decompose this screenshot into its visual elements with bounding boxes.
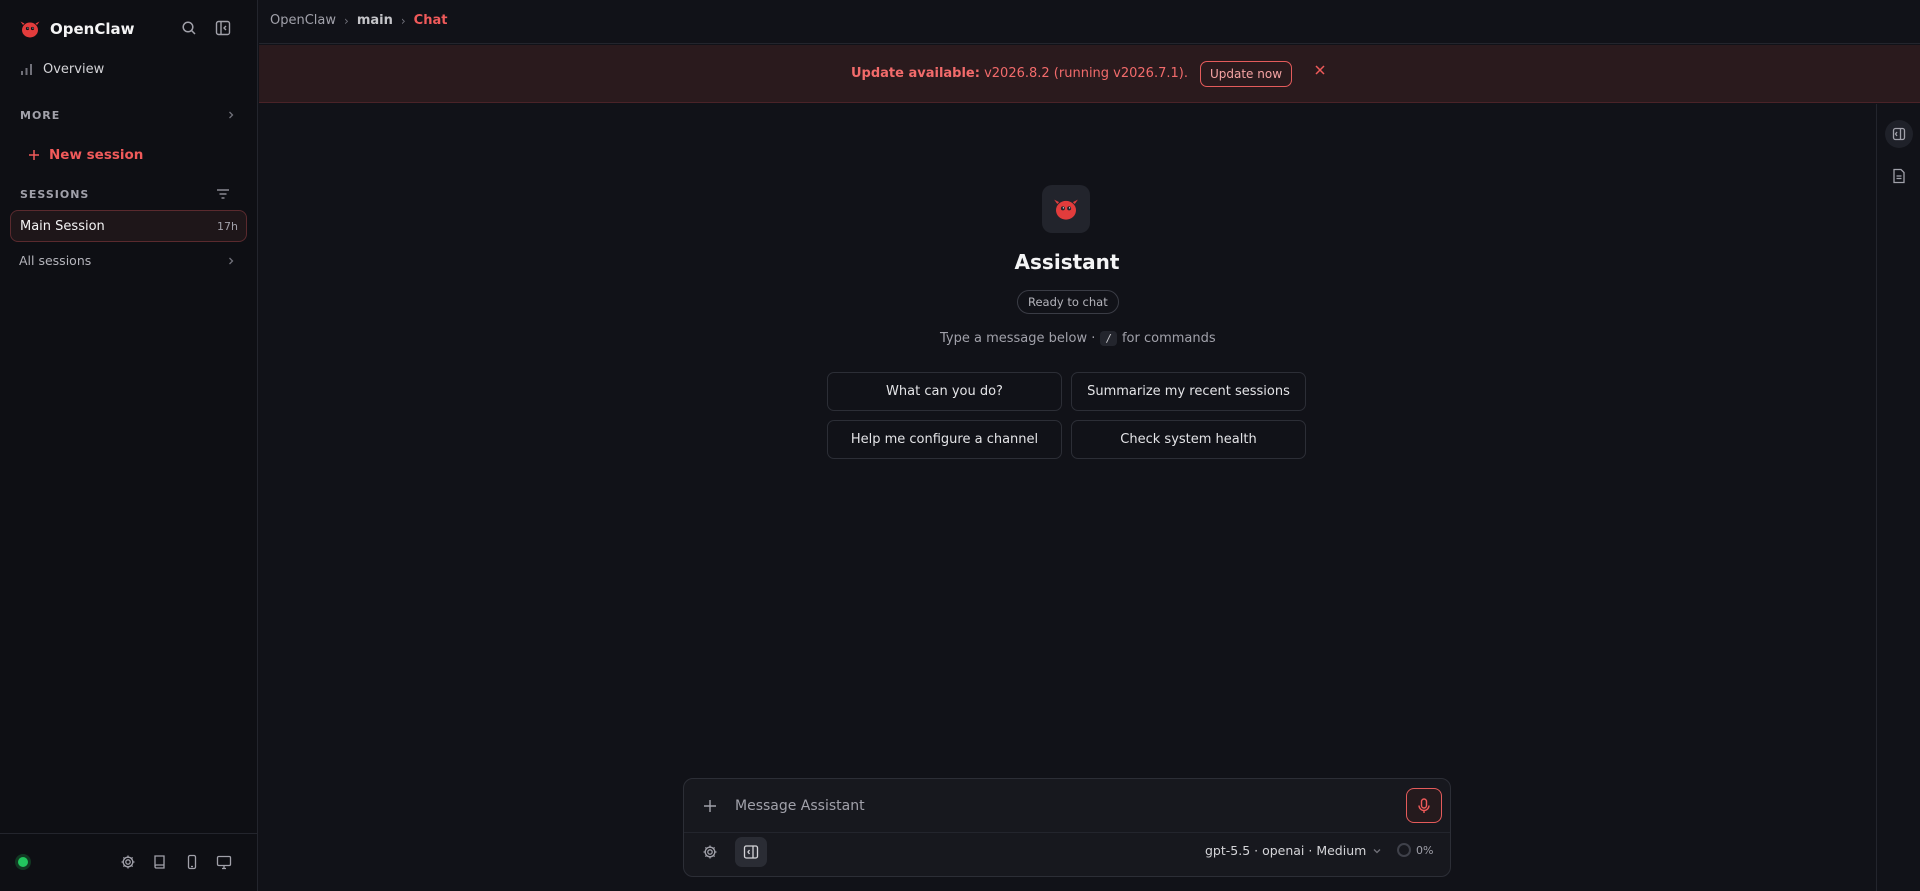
- chevron-right-icon: [226, 110, 236, 120]
- attach-plus-icon[interactable]: [702, 798, 718, 814]
- app-name: OpenClaw: [50, 20, 135, 38]
- book-icon[interactable]: [152, 854, 168, 870]
- side-panel-icon[interactable]: [735, 837, 767, 867]
- search-icon[interactable]: [181, 20, 199, 38]
- hint-text: Type a message below ·: [940, 331, 1096, 346]
- lobster-icon: [1051, 194, 1081, 224]
- model-selector[interactable]: gpt-5.5 · openai · Medium: [1205, 843, 1382, 858]
- suggestion-grid: What can you do? Summarize my recent ses…: [827, 372, 1308, 459]
- context-percent: 0%: [1416, 843, 1434, 857]
- suggestion-button[interactable]: Summarize my recent sessions: [1071, 372, 1306, 411]
- document-icon[interactable]: [1885, 162, 1913, 190]
- context-ring-icon: [1397, 843, 1411, 857]
- session-age: 17h: [217, 219, 238, 233]
- sessions-section-label: SESSIONS: [20, 188, 90, 201]
- gear-icon[interactable]: [120, 854, 136, 870]
- command-hint: Type a message below · / for commands: [940, 331, 1216, 346]
- update-now-button[interactable]: Update now: [1199, 60, 1293, 87]
- composer-divider: [684, 832, 1450, 833]
- breadcrumb: OpenClaw › main › Chat: [270, 13, 447, 28]
- connection-status-dot: [18, 857, 28, 867]
- suggestion-button[interactable]: Check system health: [1071, 420, 1306, 459]
- sidebar-toggle-icon[interactable]: [1885, 120, 1913, 148]
- microphone-icon[interactable]: [1406, 788, 1442, 823]
- phone-icon[interactable]: [184, 854, 200, 870]
- breadcrumb-item[interactable]: main: [357, 13, 393, 28]
- session-name: Main Session: [20, 218, 105, 234]
- assistant-avatar: [1042, 185, 1090, 233]
- hint-text: for commands: [1121, 331, 1216, 346]
- top-bar: OpenClaw › main › Chat: [259, 0, 1920, 44]
- sidebar-item-label: Overview: [43, 62, 105, 77]
- message-composer: gpt-5.5 · openai · Medium 0%: [683, 778, 1451, 877]
- sidebar-item-overview[interactable]: Overview: [20, 62, 104, 77]
- update-banner: Update available: v2026.8.2 (running v20…: [259, 45, 1920, 103]
- lobster-icon: [18, 17, 42, 41]
- more-section-toggle[interactable]: MORE: [20, 109, 60, 122]
- assistant-title: Assistant: [1014, 250, 1120, 274]
- breadcrumb-item[interactable]: OpenClaw: [270, 13, 336, 28]
- new-session-button[interactable]: New session: [28, 147, 143, 163]
- close-icon[interactable]: [1314, 64, 1328, 78]
- monitor-icon[interactable]: [216, 854, 232, 870]
- chevron-down-icon: [1372, 846, 1382, 856]
- model-label: gpt-5.5 · openai · Medium: [1205, 843, 1367, 858]
- suggestion-button[interactable]: What can you do?: [827, 372, 1062, 411]
- update-banner-text: Update available: v2026.8.2 (running v20…: [851, 66, 1188, 81]
- session-item-main[interactable]: Main Session 17h: [10, 210, 247, 242]
- update-banner-message: v2026.8.2 (running v2026.7.1).: [984, 66, 1188, 81]
- update-banner-title: Update available:: [850, 66, 980, 81]
- slash-key: /: [1100, 331, 1117, 346]
- sidebar: OpenClaw Overview MORE New session SESSI…: [0, 0, 258, 891]
- status-badge: Ready to chat: [1017, 290, 1119, 314]
- filter-icon[interactable]: [216, 188, 230, 200]
- breadcrumb-separator: ›: [400, 13, 406, 28]
- right-rail: [1876, 104, 1920, 891]
- plus-icon: [28, 149, 40, 161]
- gear-icon[interactable]: [694, 837, 726, 867]
- sidebar-collapse-icon[interactable]: [215, 20, 233, 38]
- breadcrumb-separator: ›: [344, 13, 349, 28]
- message-input[interactable]: [735, 791, 1335, 821]
- new-session-label: New session: [49, 147, 144, 163]
- suggestion-button[interactable]: Help me configure a channel: [827, 420, 1062, 459]
- sidebar-footer-divider: [0, 833, 258, 834]
- context-usage: 0%: [1397, 843, 1433, 857]
- bar-chart-icon: [20, 63, 33, 76]
- brand[interactable]: OpenClaw: [18, 17, 134, 41]
- breadcrumb-current: Chat: [413, 13, 448, 28]
